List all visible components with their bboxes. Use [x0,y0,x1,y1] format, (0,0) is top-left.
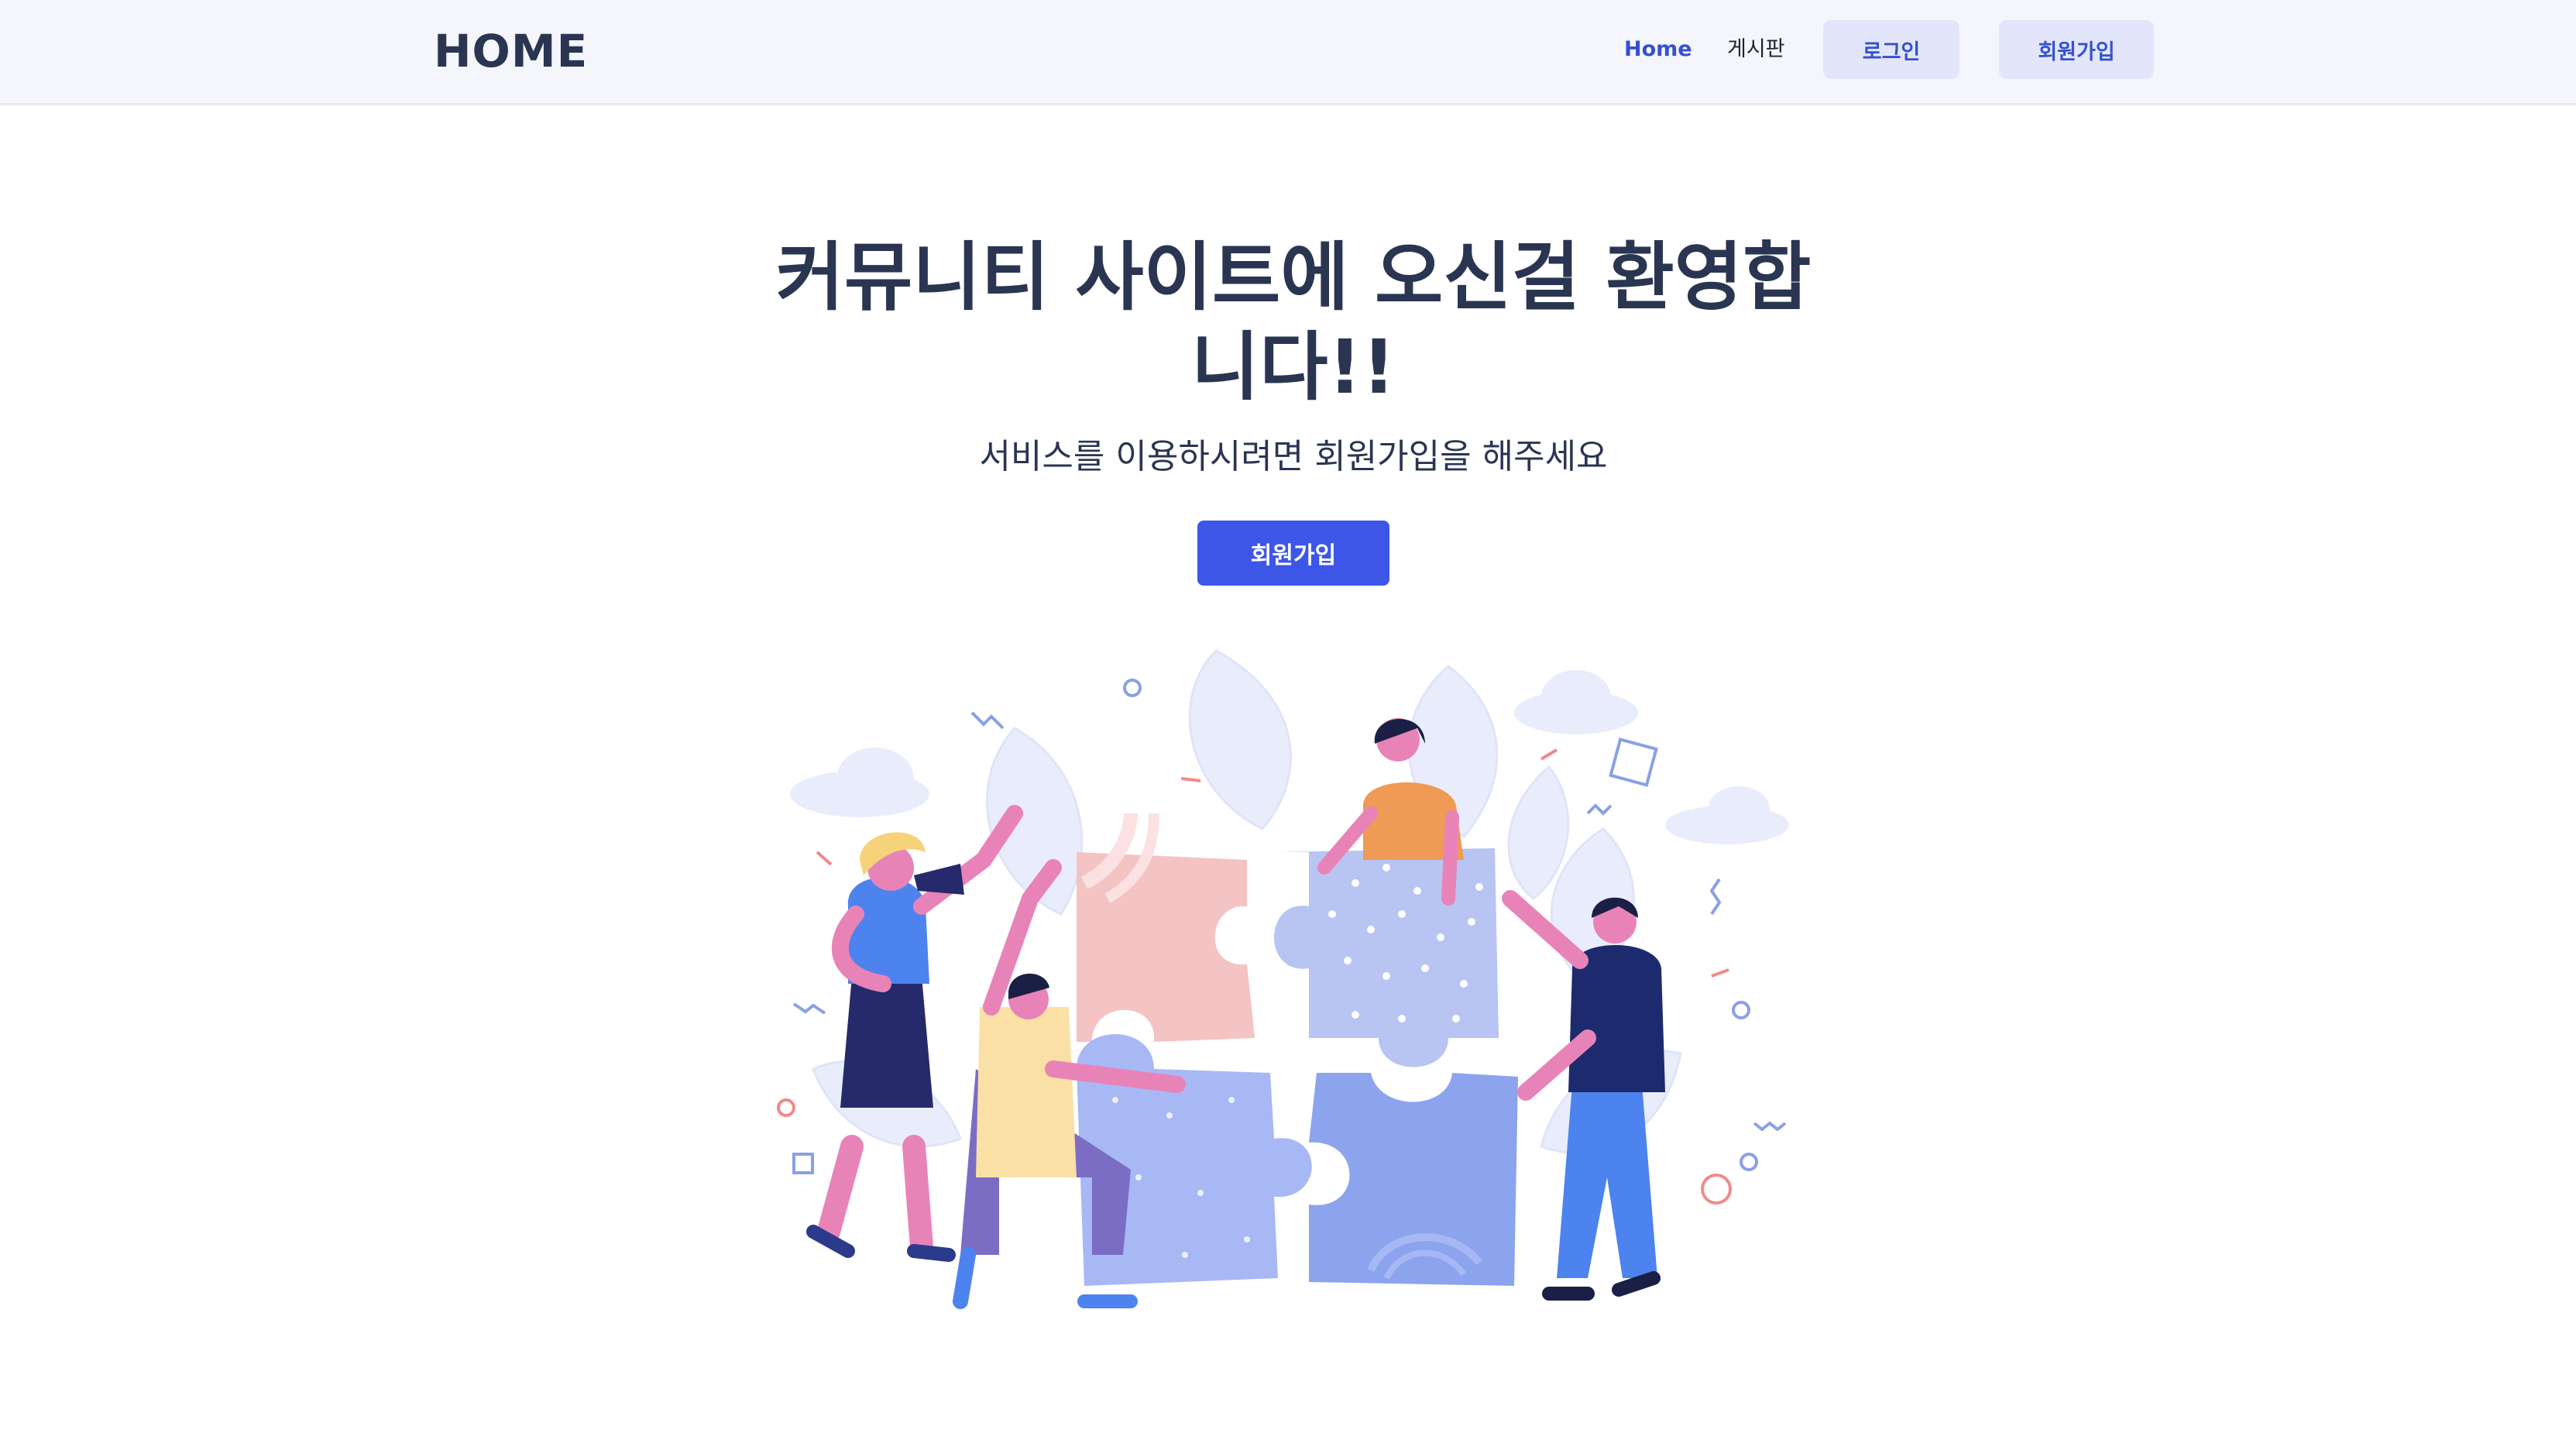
signup-cta-button[interactable]: 회원가입 [1197,521,1389,586]
nav-link-home[interactable]: Home [1624,34,1692,65]
person-right [1502,890,1665,1301]
puzzle-blue-right [1309,1073,1518,1286]
team-puzzle-illustration [777,649,1789,1309]
puzzle-dotted-top [1274,848,1499,1067]
hero-subtitle: 서비스를 이용하시려면 회원가입을 해주세요 [979,437,1608,476]
nav-link-board[interactable]: 게시판 [1727,34,1785,65]
login-button[interactable]: 로그인 [1823,20,1959,79]
brand-logo[interactable]: HOME [434,22,588,81]
top-navbar: HOME Home 게시판 로그인 회원가입 [0,0,2576,105]
puzzle-pink [1077,813,1255,1042]
signup-nav-button[interactable]: 회원가입 [1999,20,2154,79]
hero-title: 커뮤니티 사이트에 오신걸 환영합니다!! [775,234,1812,411]
